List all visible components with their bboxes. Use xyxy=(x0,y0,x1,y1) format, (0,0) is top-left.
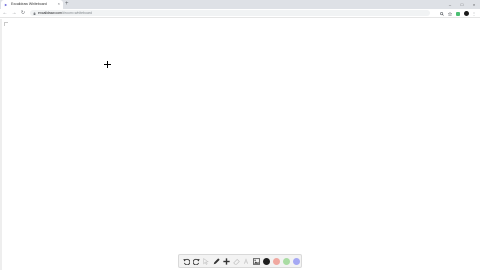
color-swatch-pink[interactable] xyxy=(272,257,280,265)
undo-icon[interactable] xyxy=(181,255,191,267)
tab-strip: Excalidraw Whiteboard × + – □ × xyxy=(0,0,480,9)
address-bar[interactable]: excalidraw.com /#room=whiteboard xyxy=(30,10,430,16)
extension-badge xyxy=(456,11,460,16)
back-icon[interactable]: ← xyxy=(1,9,9,17)
whiteboard-canvas[interactable] xyxy=(0,19,480,270)
add-shape-icon[interactable] xyxy=(221,255,231,267)
url-host: excalidraw.com xyxy=(38,11,62,15)
redo-icon[interactable] xyxy=(191,255,201,267)
minimize-icon[interactable]: – xyxy=(444,0,456,9)
color-swatch-black[interactable] xyxy=(262,257,270,265)
reload-icon[interactable]: ↻ xyxy=(19,9,27,17)
excalidraw-favicon-icon xyxy=(4,3,8,6)
menu-icon[interactable]: ⋮ xyxy=(470,10,478,18)
browser-toolbar: ← → ↻ excalidraw.com /#room=whiteboard ⋮ xyxy=(0,9,480,18)
lock-icon xyxy=(33,11,36,15)
browser-window: Excalidraw Whiteboard × + – □ × ← → ↻ ex… xyxy=(0,0,480,270)
eraser-icon[interactable] xyxy=(231,255,241,267)
pen-icon[interactable] xyxy=(211,255,221,267)
color-swatch-green[interactable] xyxy=(282,257,290,265)
browser-tab[interactable]: Excalidraw Whiteboard × xyxy=(1,0,63,9)
window-controls: – □ × xyxy=(444,0,480,9)
url-path: /#room=whiteboard xyxy=(61,11,92,15)
new-tab-icon[interactable]: + xyxy=(65,0,69,8)
avatar xyxy=(463,11,469,16)
drawing-toolbar xyxy=(178,254,302,268)
profile-avatar[interactable] xyxy=(462,10,470,18)
extension-icon[interactable] xyxy=(454,10,462,18)
maximize-icon[interactable]: □ xyxy=(456,0,468,9)
zoom-icon[interactable] xyxy=(438,10,446,18)
selection-icon[interactable] xyxy=(201,255,211,267)
tab-close-icon[interactable]: × xyxy=(58,1,60,7)
corner-menu-icon[interactable] xyxy=(4,22,8,26)
crosshair-cursor-icon xyxy=(104,61,111,68)
canvas-left-edge xyxy=(0,19,2,270)
tab-title: Excalidraw Whiteboard xyxy=(11,2,47,6)
toolbar-right: ⋮ xyxy=(438,9,478,18)
forward-icon[interactable]: → xyxy=(10,9,18,17)
star-icon[interactable] xyxy=(446,10,454,18)
image-icon[interactable] xyxy=(251,255,261,267)
color-swatch-purple[interactable] xyxy=(292,257,300,265)
text-icon[interactable] xyxy=(241,255,251,267)
close-window-icon[interactable]: × xyxy=(468,0,480,9)
